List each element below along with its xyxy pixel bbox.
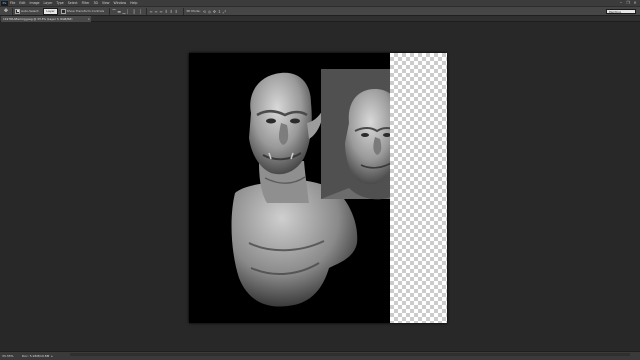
move-tool-icon[interactable]: ✥ [2, 8, 10, 15]
restore-icon[interactable]: ❐ [625, 1, 631, 5]
align-vcenter-icon[interactable]: ▬ [117, 9, 121, 14]
menu-layer[interactable]: Layer [44, 1, 53, 5]
menu-view[interactable]: View [102, 1, 110, 5]
align-left-icon[interactable]: ▏ [127, 9, 131, 14]
close-icon[interactable]: ✕ [632, 1, 638, 5]
dist-hcenter-icon[interactable]: ⦀ [169, 9, 173, 14]
document-tab-title: 119781Afterimg.jpeg @ 33.3% (Layer 3, RG… [3, 17, 73, 21]
3d-scale-icon[interactable]: ⤢ [222, 9, 226, 14]
menu-window[interactable]: Window [114, 1, 127, 5]
minimize-icon[interactable]: ‒ [618, 1, 624, 5]
align-top-icon[interactable]: ▔ [112, 9, 116, 14]
orc-bust-image [231, 69, 390, 307]
divider [12, 7, 13, 15]
options-bar: ✥ Auto-Select: Layer Show Transform Cont… [0, 6, 640, 16]
align-right-icon[interactable]: ▕ [137, 9, 141, 14]
show-transform-checkbox[interactable]: Show Transform Controls [60, 8, 105, 14]
dist-left-icon[interactable]: ⦀ [164, 9, 168, 14]
align-hcenter-icon[interactable]: ┃ [132, 9, 136, 14]
show-transform-label: Show Transform Controls [66, 9, 105, 13]
dist-top-icon[interactable]: ≡ [149, 9, 153, 14]
menu-select[interactable]: Select [68, 1, 78, 5]
document-canvas[interactable] [189, 53, 447, 323]
menu-type[interactable]: Type [56, 1, 63, 5]
status-menu-arrow[interactable]: ▸ [51, 354, 53, 358]
menu-image[interactable]: Image [30, 1, 40, 5]
distribute-group: ≡ ≡ ≡ ⦀ ⦀ ⦀ [149, 9, 179, 14]
app-logo[interactable]: Ps [1, 0, 8, 6]
3d-pan-icon[interactable]: ✥ [212, 9, 216, 14]
auto-select-label: Auto-Select: [21, 9, 40, 13]
auto-select-check-box[interactable] [15, 8, 20, 14]
dist-bottom-icon[interactable]: ≡ [159, 9, 163, 14]
menu-help[interactable]: Help [130, 1, 137, 5]
transparency-checkerboard [390, 53, 447, 323]
3d-rotate-icon[interactable]: ⟲ [202, 9, 206, 14]
canvas-area[interactable] [0, 22, 640, 351]
align-bottom-icon[interactable]: ▁ [122, 9, 126, 14]
align-group: ▔ ▬ ▁ ▏ ┃ ▕ [112, 9, 142, 14]
workspace-switcher[interactable]: Painting [606, 9, 636, 14]
zoom-readout[interactable]: 33.33% [2, 354, 14, 358]
horizontal-scrollbar[interactable] [70, 353, 630, 356]
auto-select-dropdown[interactable]: Layer [43, 7, 58, 15]
menu-file[interactable]: File [10, 1, 15, 5]
auto-select-checkbox[interactable]: Auto-Select: [15, 8, 40, 14]
menu-filter[interactable]: Filter [82, 1, 90, 5]
dist-right-icon[interactable]: ⦀ [174, 9, 178, 14]
menu-3d[interactable]: 3D [93, 1, 97, 5]
divider [109, 7, 111, 15]
doc-size-readout: Doc: 5.93M/10.8M [22, 354, 50, 358]
3d-slide-icon[interactable]: ⇕ [217, 9, 221, 14]
show-transform-check-box[interactable] [60, 8, 66, 14]
3d-roll-icon[interactable]: ◎ [207, 9, 212, 14]
3d-mode-group: ⟲ ◎ ✥ ⇕ ⤢ [202, 9, 227, 14]
menu-edit[interactable]: Edit [19, 1, 25, 5]
divider [146, 7, 148, 15]
divider [183, 7, 185, 15]
dist-vcenter-icon[interactable]: ≡ [154, 9, 158, 14]
3d-mode-label: 3D Mode: [186, 9, 201, 13]
